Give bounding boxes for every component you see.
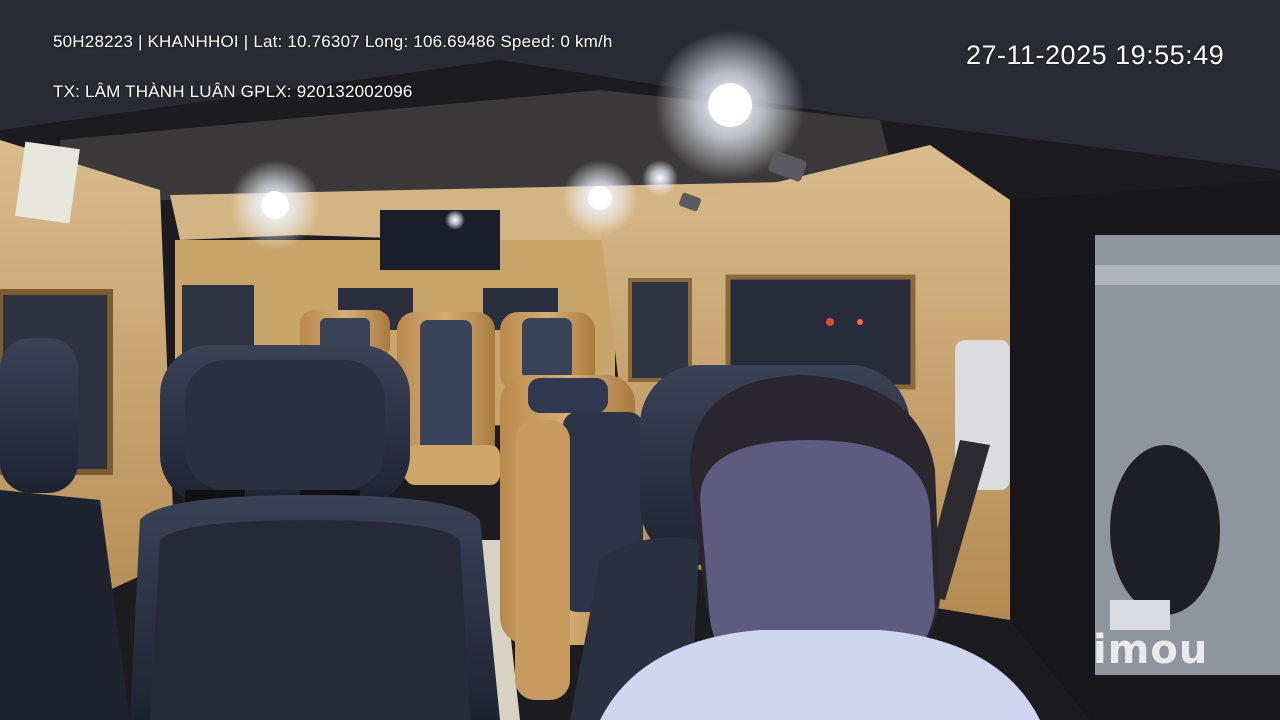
paper <box>1110 600 1170 630</box>
trash-bag <box>1110 445 1220 615</box>
red-light <box>857 319 863 325</box>
imou-logo: imou <box>1093 627 1209 673</box>
driver-info-overlay: TX: LÂM THÀNH LUÂN GPLX: 920132002096 <box>53 82 413 101</box>
timestamp-overlay: 27-11-2025 19:55:49 <box>966 40 1225 70</box>
outside-wall <box>1095 265 1280 285</box>
rear-window <box>380 210 500 270</box>
red-light <box>826 318 834 326</box>
van-interior-scene <box>0 0 1280 720</box>
right-window-1 <box>628 278 692 382</box>
sticker <box>14 141 80 224</box>
gps-info-overlay: 50H28223 | KHANHHOI | Lat: 10.76307 Long… <box>53 32 613 51</box>
